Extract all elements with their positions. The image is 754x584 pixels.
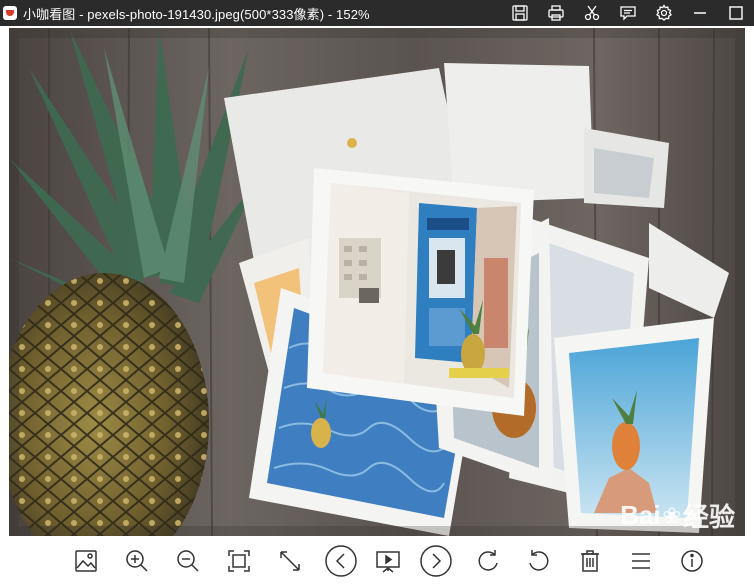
maximize-icon bbox=[729, 6, 743, 20]
fit-window-button[interactable] bbox=[222, 544, 256, 578]
watermark-text-right: 经验 bbox=[682, 502, 735, 532]
zoom-out-icon bbox=[177, 550, 199, 572]
title-bar-tools bbox=[502, 0, 754, 26]
title-bar: 小咖看图 - pexels-photo-191430.jpeg(500*333像… bbox=[0, 0, 754, 26]
watermark-text-left: Bai bbox=[620, 500, 661, 530]
info-button[interactable] bbox=[675, 544, 709, 578]
comment-icon bbox=[620, 6, 636, 21]
save-icon bbox=[512, 5, 528, 21]
picture-icon bbox=[75, 550, 97, 572]
menu-button[interactable] bbox=[624, 544, 658, 578]
rotate-counterclockwise-button[interactable] bbox=[522, 544, 556, 578]
next-button[interactable] bbox=[419, 544, 453, 578]
rotate-counterclockwise-icon bbox=[529, 550, 549, 571]
minimize-button[interactable] bbox=[682, 0, 718, 26]
menu-icon bbox=[632, 553, 650, 569]
image-viewer[interactable]: Bai ❀ 经验 bbox=[0, 26, 754, 538]
info-icon bbox=[681, 550, 703, 572]
photo-canvas: Bai ❀ 经验 bbox=[9, 28, 745, 536]
paw-icon: ❀ bbox=[662, 502, 681, 528]
settings-button[interactable] bbox=[646, 0, 682, 26]
minimize-icon bbox=[694, 12, 706, 14]
slideshow-button[interactable] bbox=[371, 544, 405, 578]
comment-button[interactable] bbox=[610, 0, 646, 26]
window-title: 小咖看图 - pexels-photo-191430.jpeg(500*333像… bbox=[23, 6, 370, 22]
delete-button[interactable] bbox=[573, 544, 607, 578]
zoom-out-button[interactable] bbox=[171, 544, 205, 578]
baidu-watermark: Bai ❀ 经验 bbox=[620, 497, 735, 534]
rotate-clockwise-icon bbox=[478, 550, 498, 571]
app-logo-icon bbox=[3, 6, 17, 20]
next-icon bbox=[420, 545, 452, 577]
save-button[interactable] bbox=[502, 0, 538, 26]
displayed-photo bbox=[9, 28, 745, 536]
slideshow-icon bbox=[376, 551, 400, 573]
open-image-button[interactable] bbox=[69, 544, 103, 578]
delete-icon bbox=[581, 550, 599, 572]
cut-button[interactable] bbox=[574, 0, 610, 26]
bottom-toolbar bbox=[0, 538, 754, 584]
fullscreen-icon bbox=[280, 551, 300, 571]
rotate-clockwise-button[interactable] bbox=[471, 544, 505, 578]
fit-window-icon bbox=[228, 550, 250, 572]
zoom-in-icon bbox=[126, 550, 148, 572]
cut-icon bbox=[584, 5, 600, 21]
maximize-button[interactable] bbox=[718, 0, 754, 26]
zoom-in-button[interactable] bbox=[120, 544, 154, 578]
print-button[interactable] bbox=[538, 0, 574, 26]
previous-icon bbox=[325, 545, 357, 577]
print-icon bbox=[548, 5, 564, 21]
gear-icon bbox=[656, 4, 672, 21]
fullscreen-button[interactable] bbox=[273, 544, 307, 578]
previous-button[interactable] bbox=[324, 544, 358, 578]
